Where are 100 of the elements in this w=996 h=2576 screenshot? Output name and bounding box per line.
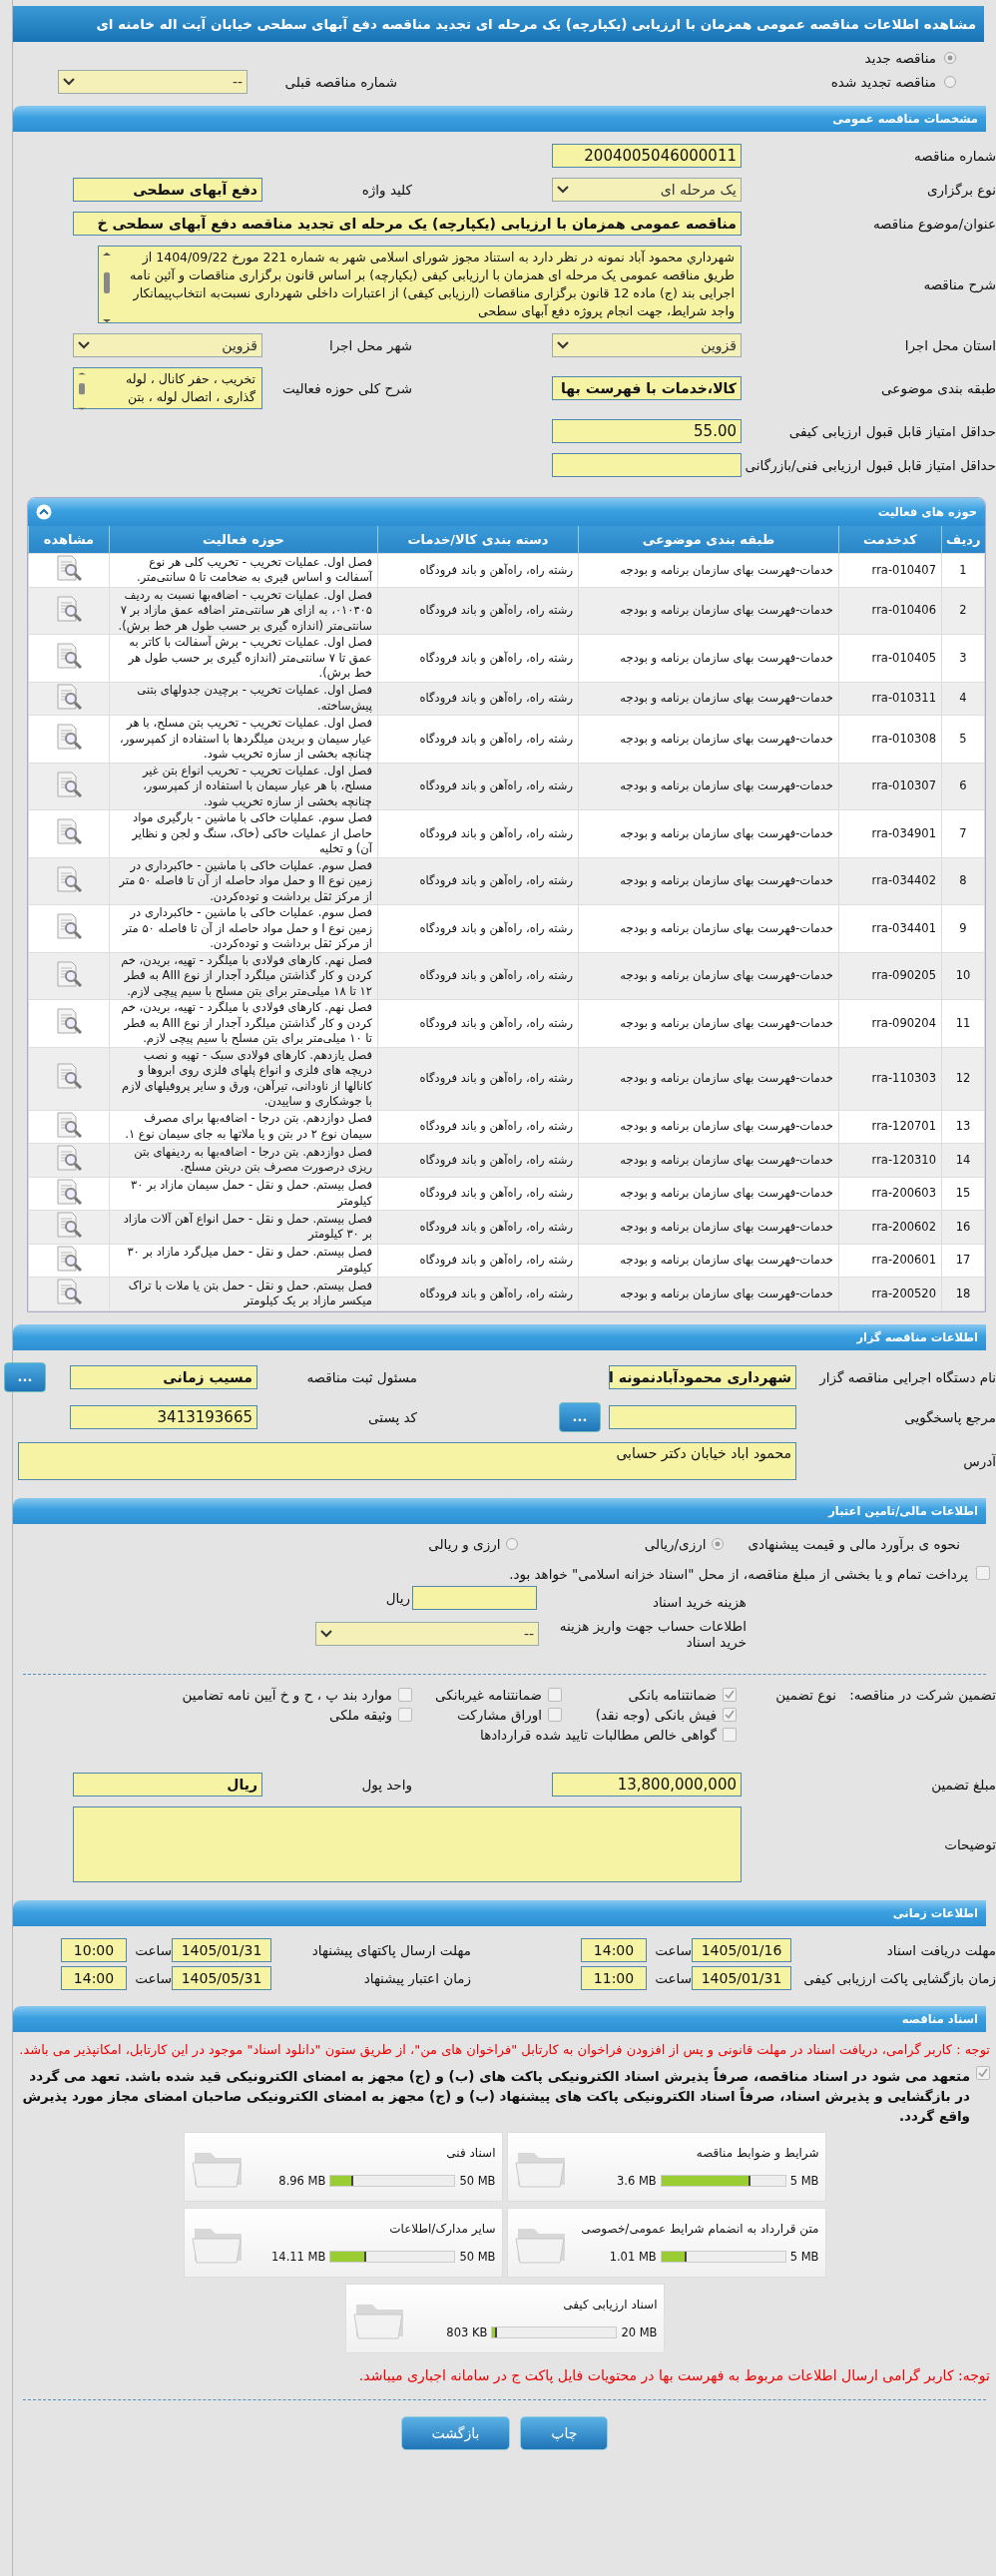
checkbox[interactable]	[976, 2065, 990, 2080]
radio-button[interactable]	[506, 1537, 519, 1550]
document-search-icon[interactable]	[54, 864, 84, 893]
field-label: طبقه بندی موضوعی	[880, 380, 996, 396]
document-search-icon[interactable]	[54, 959, 84, 988]
document-search-icon[interactable]	[54, 554, 84, 582]
checkbox[interactable]	[548, 1687, 562, 1702]
document-search-icon[interactable]	[54, 1007, 84, 1035]
document-search-icon[interactable]	[54, 817, 84, 845]
document-search-icon[interactable]	[54, 723, 84, 751]
table-cell: 2	[941, 587, 985, 635]
table-cell: رشته راه، راه‌آهن و باند فرودگاه	[377, 809, 579, 857]
time-field[interactable]: 10:00	[61, 1937, 127, 1962]
date-field[interactable]: 1405/05/31	[172, 1965, 271, 1990]
max-size: 5 MB	[789, 2173, 819, 2188]
technical-score-field[interactable]	[552, 453, 742, 477]
document-search-icon[interactable]	[54, 1144, 84, 1172]
document-fee-field[interactable]	[412, 1585, 537, 1610]
column-header: کدخدمت	[838, 526, 942, 554]
checkbox-label: گواهی خالص مطالبات تایید شده قراردادها	[480, 1726, 717, 1743]
address-field[interactable]: محمود اباد خیابان دکتر حسابی	[18, 1441, 796, 1480]
description-field[interactable]: شهرداري محمود آباد نمونه در نظر دارد به استناد مجوز شورای اسلامی شهر به شماره 221 مورخ 1404/09/22 از طریق مناقصه عمومی یک مرحله ای همزمان با ارزیابی کیفی (یکپارچه) بر اساس قانون برگزاری مناقصات و آئین نامه اجرایی بند (ج) ماده 12 قانون برگزاری مناقصات (ارزیابی کیفی) از اعتبارات داخلی شهرداری نسبت‌به انتخاب‌پیمانکار واجد شرایط، جهت انجام پروژه دفع آبهای سطحی	[98, 246, 742, 323]
activity-scope-field[interactable]: تخریب ، حفر کانال ، لوله گذاری ، اتصال لوله ، بتن	[73, 367, 262, 409]
checkbox[interactable]	[723, 1707, 737, 1722]
document-search-icon[interactable]	[54, 682, 84, 711]
max-size: 5 MB	[789, 2249, 819, 2264]
radio-button[interactable]	[944, 52, 956, 64]
document-search-icon[interactable]	[54, 1244, 84, 1273]
table-cell: 11	[941, 999, 985, 1047]
time-field[interactable]: 14:00	[61, 1965, 127, 1990]
document-search-icon[interactable]	[54, 594, 84, 623]
notice-text: توجه: کاربر گرامی ارسال اطلاعات مربوط به فهرست بها در محتویات فایل پاکت ج در سامانه اجباری میباشد.	[357, 2365, 991, 2385]
checkbox[interactable]	[976, 1565, 990, 1580]
document-search-icon[interactable]	[54, 642, 84, 670]
checkbox[interactable]	[398, 1707, 412, 1722]
field-label: آدرس	[962, 1452, 996, 1469]
tender-number-field[interactable]: 2004005046000011	[552, 144, 742, 168]
collapse-icon[interactable]	[36, 504, 52, 520]
checkbox-label: ضمانتنامه غیربانکی	[434, 1686, 542, 1703]
browse-button[interactable]: ...	[559, 1401, 601, 1432]
scrollbar[interactable]	[101, 250, 113, 325]
table-cell: خدمات-فهرست بهای سازمان برنامه و بودجه	[578, 809, 839, 857]
table-cell: فصل اول. عملیات تخریب - تخریب انواع بتن غیر مسلح، با هر عیار سیمان با استفاده از کمپرسور، چنانچه بخشی از سازه تخریب شود.	[109, 763, 378, 810]
province-select[interactable]: قزوین	[552, 333, 742, 357]
checkbox[interactable]	[723, 1727, 737, 1742]
document-search-icon[interactable]	[54, 1177, 84, 1206]
checkbox[interactable]	[723, 1687, 737, 1702]
document-search-icon[interactable]	[54, 1211, 84, 1239]
currency-field[interactable]: ریال	[73, 1772, 262, 1797]
date-field[interactable]: 1405/01/16	[692, 1937, 791, 1962]
field-label: کلید واژه	[360, 182, 412, 198]
currency-label: ریال	[385, 1589, 410, 1606]
table-cell: 7	[941, 809, 985, 857]
previous-tender-select[interactable]: --	[58, 70, 248, 94]
radio-button[interactable]	[944, 76, 956, 88]
table-cell: خدمات-فهرست بهای سازمان برنامه و بودجه	[578, 1210, 839, 1244]
table-cell: خدمات-فهرست بهای سازمان برنامه و بودجه	[578, 1110, 839, 1144]
city-select[interactable]: قزوین	[73, 333, 262, 357]
field-label: ساعت	[134, 1969, 172, 1986]
date-field[interactable]: 1405/01/31	[692, 1965, 791, 1990]
account-select[interactable]: --	[315, 1621, 539, 1646]
document-search-icon[interactable]	[54, 770, 84, 798]
holding-type-select[interactable]: یک مرحله ای	[552, 178, 742, 202]
document-search-icon[interactable]	[54, 1278, 84, 1305]
guarantee-amount-field[interactable]: 13,800,000,000	[552, 1772, 742, 1797]
registrar-field[interactable]: مسیب زمانی	[70, 1364, 257, 1389]
table-cell: rra-010307	[838, 763, 942, 810]
file-title: شرایط و ضوابط مناقصه	[695, 2145, 819, 2160]
field-label: نوع تضمین	[774, 1686, 836, 1703]
field-label: ساعت	[134, 1941, 172, 1958]
response-reference-field[interactable]	[609, 1404, 796, 1429]
keyword-field[interactable]: دفع آبهای سطحی	[73, 178, 262, 202]
quality-score-field[interactable]: 55.00	[552, 419, 742, 443]
document-search-icon[interactable]	[54, 1062, 84, 1091]
date-field[interactable]: 1405/01/31	[172, 1937, 271, 1962]
file-size: 3.6 MB	[616, 2173, 657, 2188]
subject-field[interactable]: مناقصه عمومی همزمان با ارزیابی (یکپارچه) یک مرحله ای تجدید مناقصه دفع آبهای سطحی خ	[73, 212, 742, 236]
back-button[interactable]: بازگشت	[400, 2415, 511, 2450]
print-button[interactable]: چاپ	[520, 2415, 609, 2450]
notes-field[interactable]	[73, 1805, 742, 1882]
table-cell: 15	[941, 1177, 985, 1211]
scrollbar[interactable]	[76, 371, 88, 411]
checkbox[interactable]	[548, 1707, 562, 1722]
organization-field[interactable]: شهرداری محمودآبادنمونه ا	[609, 1364, 796, 1389]
table-cell: رشته راه، راه‌آهن و باند فرودگاه	[377, 1143, 579, 1177]
table-cell: فصل دوازدهم. بتن درجا - اضافه‌بها برای مصرف سیمان نوع ۲ در بتن و یا ملاتها به جای سیمان نوع ۱.	[109, 1110, 378, 1144]
browse-button[interactable]: ...	[4, 1361, 46, 1392]
subject-category-field[interactable]: کالا،خدمات با فهرست بها	[552, 376, 742, 400]
document-search-icon[interactable]	[54, 912, 84, 940]
column-header: ردیف	[941, 526, 985, 554]
table-cell: 12	[941, 1047, 985, 1110]
table-cell: رشته راه، راه‌آهن و باند فرودگاه	[377, 682, 579, 716]
time-field[interactable]: 14:00	[581, 1937, 647, 1962]
postal-code-field[interactable]: 3413193665	[70, 1404, 257, 1429]
document-search-icon[interactable]	[54, 1110, 84, 1139]
checkbox[interactable]	[398, 1687, 412, 1702]
table-cell: خدمات-فهرست بهای سازمان برنامه و بودجه	[578, 1277, 839, 1310]
radio-button[interactable]	[712, 1537, 725, 1550]
time-field[interactable]: 11:00	[581, 1965, 647, 1990]
file-size: 14.11 MB	[271, 2249, 326, 2264]
